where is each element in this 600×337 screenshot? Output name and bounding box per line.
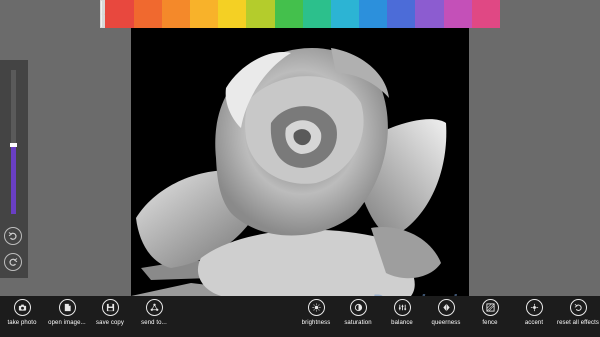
cat-sketch-icon — [101, 13, 102, 15]
rose-image — [131, 28, 469, 296]
intensity-slider[interactable] — [10, 70, 17, 214]
redo-button[interactable] — [4, 253, 22, 271]
color-swatch-12[interactable] — [415, 0, 444, 28]
effect-strip — [100, 0, 500, 28]
accent-label: accent — [524, 320, 544, 326]
share-icon — [145, 299, 163, 316]
redo-icon — [9, 258, 18, 266]
reset-all-effects-button[interactable]: reset all effects — [548, 299, 600, 337]
photo-canvas[interactable] — [131, 28, 469, 296]
thumbnail-color[interactable] — [102, 0, 106, 28]
color-swatch-8[interactable] — [302, 0, 331, 28]
fence-label: fence — [482, 320, 498, 326]
reset-icon — [569, 299, 587, 316]
save-icon — [101, 299, 119, 316]
color-swatch-1[interactable] — [105, 0, 134, 28]
queerness-icon — [437, 299, 455, 316]
color-swatch-10[interactable] — [359, 0, 388, 28]
color-swatch-9[interactable] — [330, 0, 360, 28]
fence-icon — [481, 299, 499, 316]
cat-color-icon — [103, 13, 105, 15]
open-file-icon — [58, 299, 76, 316]
saturation-label: saturation — [344, 320, 372, 326]
color-swatch-11[interactable] — [387, 0, 416, 28]
intensity-panel — [0, 60, 28, 278]
slider-fill — [11, 145, 16, 214]
take-photo-label: take photo — [7, 320, 37, 326]
send-to-button[interactable]: send to... — [124, 299, 184, 337]
undo-icon — [8, 232, 17, 240]
color-swatch-14[interactable] — [471, 0, 500, 28]
color-swatch-3[interactable] — [161, 0, 190, 28]
balance-icon — [393, 299, 411, 316]
color-swatch-5[interactable] — [218, 0, 247, 28]
color-swatches — [105, 0, 500, 28]
slider-thumb[interactable] — [10, 143, 17, 147]
save-copy-label: save copy — [96, 320, 124, 326]
color-swatch-7[interactable] — [274, 0, 303, 28]
brightness-icon — [307, 299, 325, 316]
saturation-icon — [349, 299, 367, 316]
app-bar: take photo open image... save copy send … — [0, 296, 600, 337]
accent-icon — [525, 299, 543, 316]
color-swatch-2[interactable] — [133, 0, 162, 28]
queerness-label: queerness — [431, 320, 461, 326]
reset-all-effects-label: reset all effects — [557, 320, 599, 326]
color-swatch-13[interactable] — [443, 0, 472, 28]
camera-icon — [13, 299, 31, 316]
brightness-label: brightness — [301, 320, 331, 326]
undo-button[interactable] — [4, 227, 22, 245]
color-swatch-4[interactable] — [189, 0, 219, 28]
balance-label: balance — [391, 320, 413, 326]
send-to-label: send to... — [141, 320, 167, 326]
color-swatch-6[interactable] — [246, 0, 275, 28]
